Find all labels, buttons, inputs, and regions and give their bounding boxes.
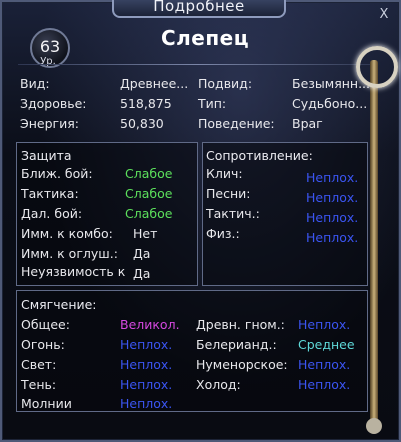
- defense-label-combo-immunity: Имм. к комбо:: [21, 226, 113, 241]
- defense-label-invulnerability: Неуязвимость к: [21, 264, 126, 279]
- resistance-label-tactical: Тактич.:: [206, 206, 260, 221]
- defense-label-ranged: Дал. бой:: [21, 206, 83, 221]
- mitigation-label-common: Общее:: [21, 317, 70, 332]
- info-label-energy: Энергия:: [20, 116, 79, 131]
- resistance-label-songs: Песни:: [206, 186, 251, 201]
- info-value-kind: Древнее...: [120, 76, 189, 91]
- info-value-health: 518,875: [120, 96, 172, 111]
- info-label-kind: Вид:: [20, 76, 50, 91]
- mitigation-value-ancient-dwarf: Неплох.: [298, 317, 351, 332]
- mitigation-label-ancient-dwarf: Древн. гном.:: [196, 317, 285, 332]
- window-title: Подробнее: [112, 0, 286, 18]
- info-label-type: Тип:: [198, 96, 227, 111]
- mitigation-label-numenorean: Нуменорское:: [196, 357, 288, 372]
- mitigation-label-fire: Огонь:: [21, 337, 65, 352]
- level-label: Ур.: [40, 56, 56, 67]
- info-value-behavior: Враг: [292, 116, 323, 131]
- mitigation-value-beleriand: Среднее: [298, 337, 355, 352]
- staff-end: [366, 418, 382, 434]
- title-divider: [18, 64, 378, 65]
- close-icon[interactable]: X: [377, 8, 391, 22]
- mitigation-value-lightning: Неплох.: [120, 396, 173, 411]
- mitigation-label-frost: Холод:: [196, 377, 241, 392]
- mitigation-value-shadow: Неплох.: [120, 377, 173, 392]
- mitigation-label-beleriand: Белерианд.:: [196, 337, 277, 352]
- resistance-title: Сопротивление:: [206, 148, 313, 163]
- mitigation-value-light: Неплох.: [120, 357, 173, 372]
- resistance-value-physical: Неплох.: [306, 230, 359, 245]
- mitigation-label-lightning: Молнии: [21, 396, 72, 411]
- defense-title: Защита: [21, 148, 72, 163]
- defense-value-tactical: Слабое: [125, 186, 173, 201]
- defense-label-tactical: Тактика:: [21, 186, 79, 201]
- defense-value-stun-immunity: Да: [133, 246, 151, 261]
- mitigation-value-fire: Неплох.: [120, 337, 173, 352]
- defense-value-ranged: Слабое: [125, 206, 173, 221]
- mitigation-value-numenorean: Неплох.: [298, 357, 351, 372]
- info-label-health: Здоровье:: [20, 96, 87, 111]
- mitigation-value-common: Великол.: [120, 317, 180, 332]
- defense-label-stun-immunity: Имм. к оглуш.:: [21, 246, 118, 261]
- mitigation-title: Смягчение:: [21, 297, 97, 312]
- resistance-value-tactical: Неплох.: [306, 210, 359, 225]
- info-value-energy: 50,830: [120, 116, 164, 131]
- mitigation-value-frost: Неплох.: [298, 377, 351, 392]
- resistance-label-physical: Физ.:: [206, 226, 240, 241]
- info-value-type: Судьбоно...: [292, 96, 368, 111]
- defense-value-melee: Слабое: [125, 166, 173, 181]
- info-label-subkind: Подвид:: [198, 76, 253, 91]
- staff-ring: [356, 46, 398, 88]
- resistance-value-songs: Неплох.: [306, 190, 359, 205]
- resistance-label-cry: Клич:: [206, 166, 243, 181]
- defense-value-invulnerability: Да: [133, 266, 151, 281]
- defense-value-combo-immunity: Нет: [133, 226, 158, 241]
- staff-shaft: [370, 60, 378, 432]
- mitigation-label-light: Свет:: [21, 357, 57, 372]
- resistance-value-cry: Неплох.: [306, 170, 359, 185]
- mob-name: Слепец: [160, 26, 250, 50]
- info-label-behavior: Поведение:: [198, 116, 275, 131]
- mitigation-label-shadow: Тень:: [21, 377, 57, 392]
- defense-label-melee: Ближ. бой:: [21, 166, 93, 181]
